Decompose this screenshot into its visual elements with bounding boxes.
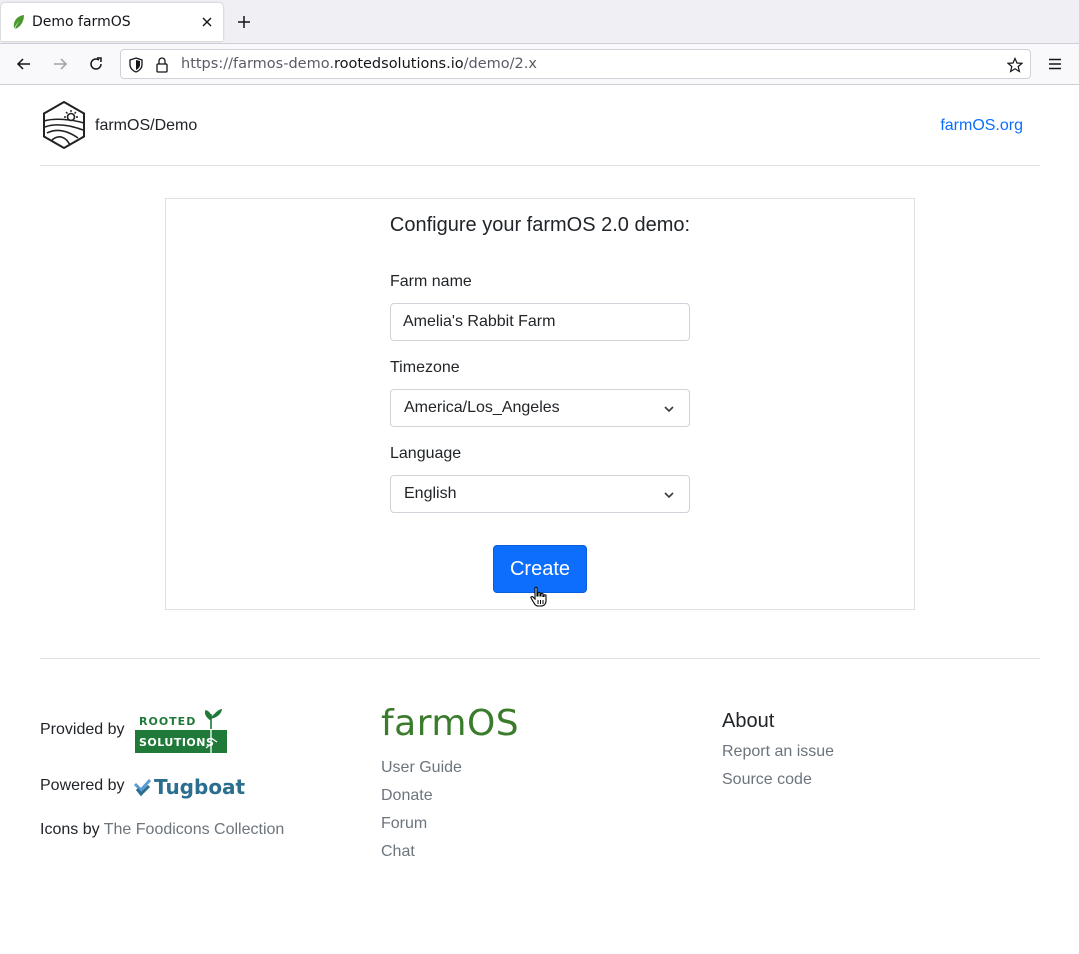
tugboat-logo[interactable]: Tugboat [133,775,249,799]
farmos-org-link[interactable]: farmOS.org [940,117,1023,135]
rooted-solutions-logo[interactable]: ROOTED SOLUTIONS [135,708,227,753]
shield-icon[interactable] [128,57,144,73]
close-tab-icon[interactable] [200,15,214,29]
foodicons-link[interactable]: The Foodicons Collection [104,821,285,838]
url-text[interactable]: https://farmos-demo.rootedsolutions.io/d… [181,56,537,72]
provided-by-label: Provided by [40,721,125,738]
timezone-select[interactable]: America/Los_Angeles [390,389,690,427]
timezone-value: America/Los_Angeles [404,399,560,416]
svg-text:Tugboat: Tugboat [154,775,246,799]
reload-icon[interactable] [88,56,104,72]
timezone-label: Timezone [390,359,460,376]
site-brand[interactable]: farmOS/Demo [95,117,197,135]
tab-bar: Demo farmOS [0,0,1079,44]
source-code-link[interactable]: Source code [722,771,812,789]
hand-pointer-cursor-icon [530,586,547,607]
language-select[interactable]: English [390,475,690,513]
icons-by-text: Icons by The Foodicons Collection [40,821,285,838]
browser-tab[interactable]: Demo farmOS [1,3,223,41]
chevron-down-icon [664,492,674,499]
language-label: Language [390,445,462,462]
powered-by-label: Powered by [40,777,125,794]
farmos-hexagon-logo-icon[interactable] [40,101,88,149]
svg-text:ROOTED: ROOTED [139,715,196,728]
user-guide-link[interactable]: User Guide [381,759,462,777]
lock-icon[interactable] [155,57,169,73]
site-header: farmOS/Demo farmOS.org [40,85,1040,166]
footer-divider [40,658,1040,659]
demo-config-card: Configure your farmOS 2.0 demo: Farm nam… [165,198,915,610]
chevron-down-icon [664,406,674,413]
form-title: Configure your farmOS 2.0 demo: [389,214,691,236]
leaf-favicon-icon [13,15,24,29]
hamburger-menu-icon[interactable] [1047,56,1063,72]
new-tab-icon[interactable] [236,14,252,30]
address-bar[interactable]: https://farmos-demo.rootedsolutions.io/d… [120,49,1031,79]
farmos-logo[interactable]: farmOS [381,703,519,744]
farm-name-input[interactable] [390,303,690,341]
about-heading: About [722,710,775,732]
language-value: English [404,485,457,502]
farm-name-label: Farm name [390,273,472,290]
chat-link[interactable]: Chat [381,843,415,861]
svg-text:SOLUTIONS: SOLUTIONS [139,736,214,749]
tab-title: Demo farmOS [32,14,131,30]
back-icon[interactable] [16,56,32,72]
bookmark-star-icon[interactable] [1007,57,1023,73]
navigation-bar: https://farmos-demo.rootedsolutions.io/d… [0,44,1079,85]
donate-link[interactable]: Donate [381,787,433,805]
forward-icon[interactable] [52,56,68,72]
report-issue-link[interactable]: Report an issue [722,743,834,761]
forum-link[interactable]: Forum [381,815,427,833]
